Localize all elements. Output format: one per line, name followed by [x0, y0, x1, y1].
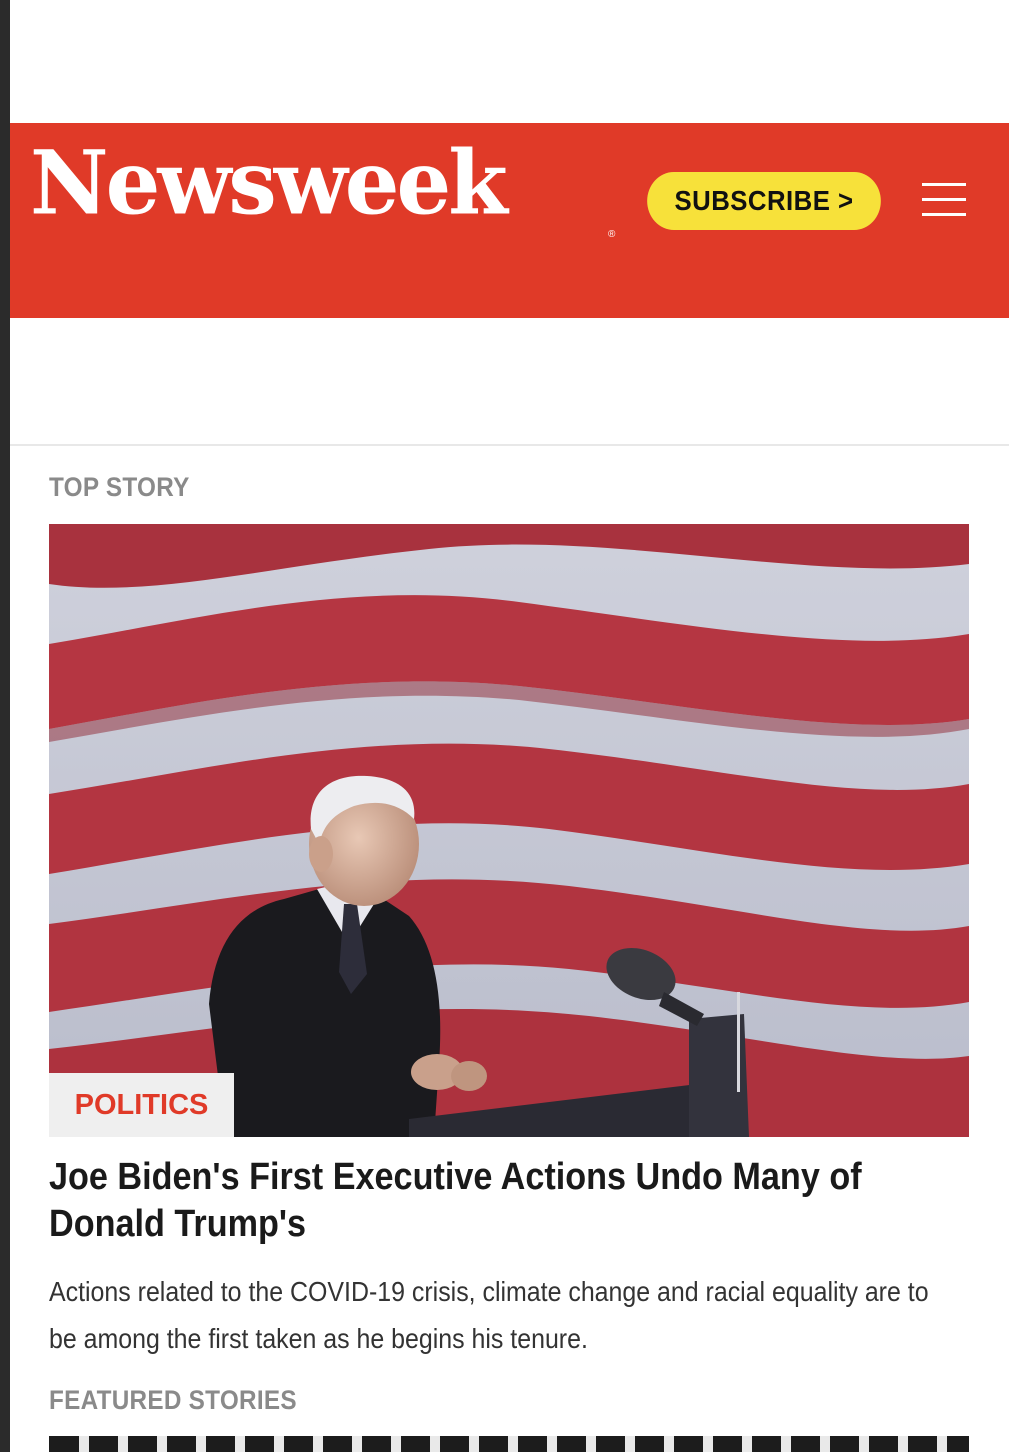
featured-image-stripe — [898, 1436, 908, 1452]
featured-image-stripe — [508, 1436, 518, 1452]
featured-image-stripe — [820, 1436, 830, 1452]
top-story-summary: Actions related to the COVID-19 crisis, … — [49, 1276, 929, 1354]
featured-stories-label: FEATURED STORIES — [49, 1385, 297, 1415]
featured-image-stripe — [118, 1436, 128, 1452]
featured-image-stripe — [235, 1436, 245, 1452]
newsweek-logo[interactable]: Newsweek — [30, 140, 508, 228]
featured-image-stripe — [196, 1436, 206, 1452]
subscribe-button[interactable]: SUBSCRIBE > — [647, 172, 881, 230]
featured-image-stripe — [547, 1436, 557, 1452]
featured-image-stripe — [430, 1436, 440, 1452]
featured-image-stripe — [79, 1436, 89, 1452]
featured-image-stripe — [625, 1436, 635, 1452]
featured-image-stripe — [937, 1436, 947, 1452]
featured-image-stripe — [586, 1436, 596, 1452]
featured-image-stripe — [859, 1436, 869, 1452]
top-story-label: TOP STORY — [49, 472, 190, 502]
featured-image-stripe — [313, 1436, 323, 1452]
featured-image-stripe — [352, 1436, 362, 1452]
top-story-image[interactable] — [49, 524, 969, 1137]
top-story-headline[interactable]: Joe Biden's First Executive Actions Undo… — [49, 1154, 949, 1248]
featured-image-stripe — [703, 1436, 713, 1452]
featured-image-stripe — [391, 1436, 401, 1452]
registered-mark: ® — [608, 229, 616, 240]
featured-image-stripe — [742, 1436, 752, 1452]
hamburger-menu-icon[interactable] — [922, 181, 966, 217]
window-left-edge — [0, 0, 10, 1452]
site-header: Newsweek ® SUBSCRIBE > — [10, 123, 1009, 318]
ad-space — [10, 318, 1009, 444]
featured-image-stripe — [664, 1436, 674, 1452]
featured-story-image[interactable] — [49, 1436, 969, 1452]
featured-image-stripe — [274, 1436, 284, 1452]
category-badge-politics[interactable]: POLITICS — [49, 1073, 234, 1137]
featured-image-stripe — [781, 1436, 791, 1452]
featured-image-stripe — [157, 1436, 167, 1452]
featured-image-stripe — [469, 1436, 479, 1452]
header-divider — [10, 444, 1009, 446]
